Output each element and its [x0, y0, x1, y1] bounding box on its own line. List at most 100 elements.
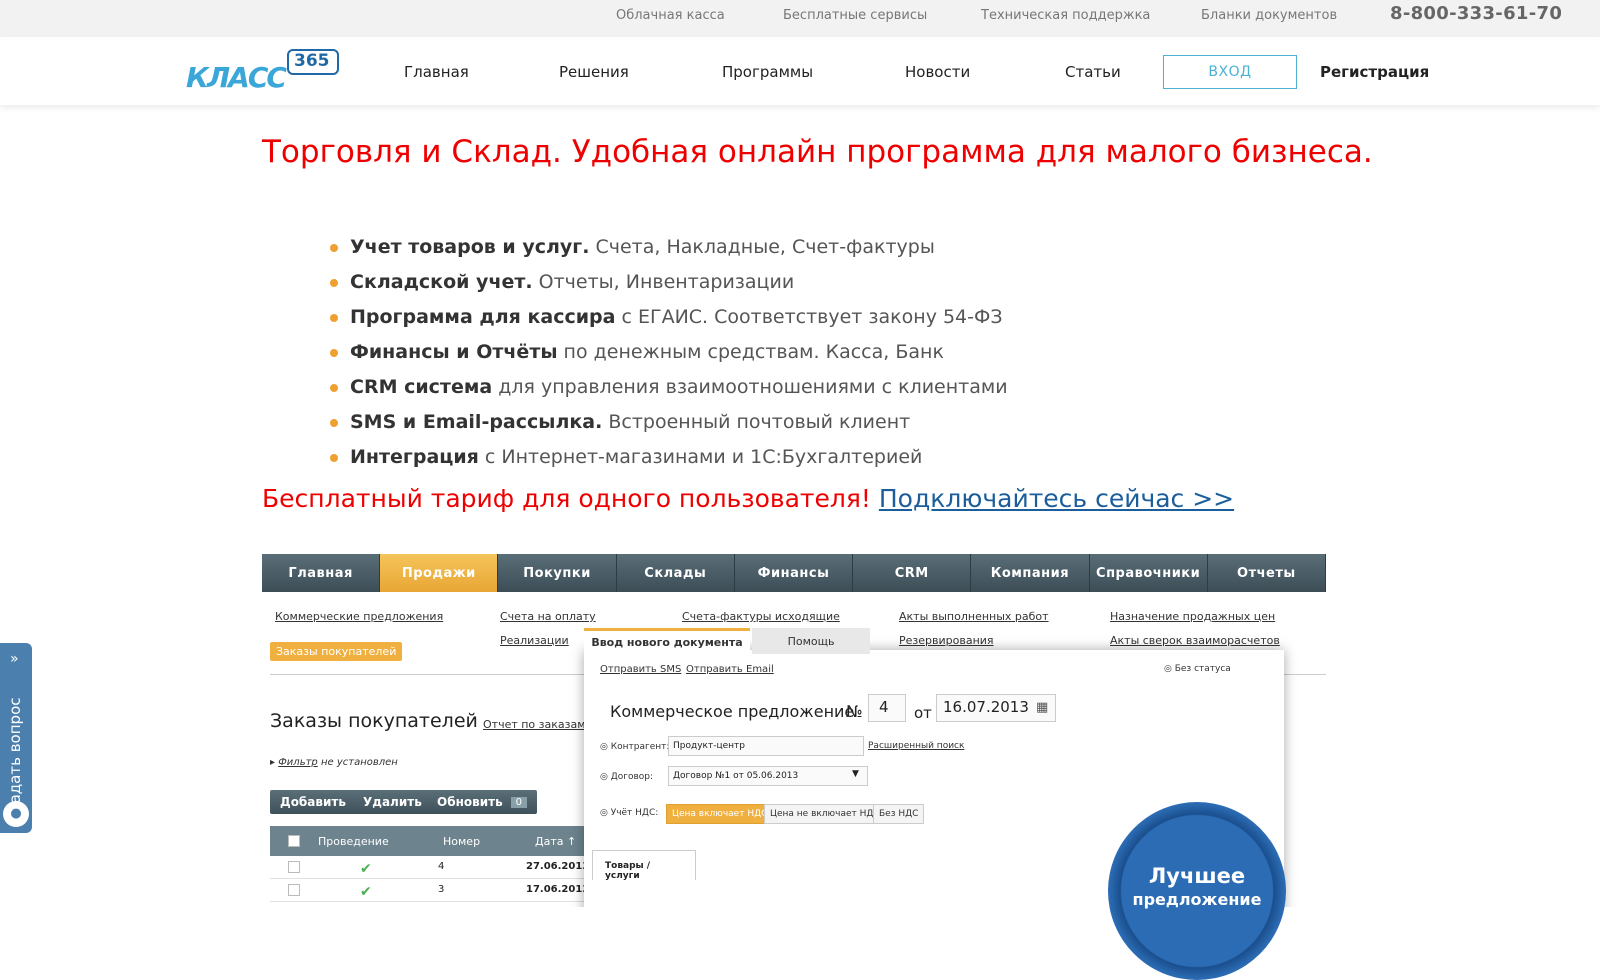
login-button[interactable]: ВХОД [1163, 55, 1297, 89]
table-row[interactable]: ✔ 4 27.06.2013 [270, 856, 600, 879]
posted-check-icon: ✔ [360, 861, 372, 877]
register-link[interactable]: Регистрация [1320, 63, 1429, 81]
document-number-field[interactable]: 4 [868, 694, 906, 722]
connect-now-link[interactable]: Подключайтесь сейчас >> [879, 484, 1234, 513]
bullet-icon [330, 454, 338, 462]
nav-solutions[interactable]: Решения [559, 63, 629, 81]
sublink-outgoing-invoices[interactable]: Счета-фактуры исходящие [682, 610, 840, 623]
filter-link[interactable]: Фильтр [278, 757, 318, 768]
feature-desc: для управления взаимоотношениями с клиен… [492, 376, 1008, 398]
sublink-sale-prices[interactable]: Назначение продажных цен [1110, 610, 1275, 623]
feature-title: SMS и Email-рассылка. [350, 411, 603, 433]
feature-desc: Встроенный почтовый клиент [602, 411, 911, 433]
select-all-checkbox[interactable] [288, 835, 300, 847]
row-checkbox[interactable] [288, 884, 300, 896]
refresh-button[interactable]: Обновить 0 [427, 790, 538, 814]
topbar-link-support[interactable]: Техническая поддержка [981, 8, 1150, 23]
feature-desc: с Интернет-магазинами и 1С:Бухгалтерией [478, 446, 923, 468]
sublink-sales[interactable]: Реализации [500, 634, 569, 647]
chevron-right-icon: » [10, 651, 19, 667]
row-checkbox[interactable] [288, 861, 300, 873]
dialog-tab-new-document[interactable]: Ввод нового документа [584, 628, 750, 654]
vat-option-none[interactable]: Без НДС [873, 804, 925, 824]
orders-report-link[interactable]: Отчет по заказам [483, 718, 586, 731]
sublink-reconciliation-acts[interactable]: Акты сверок взаиморасчетов [1110, 634, 1280, 647]
app-tab-home[interactable]: Главная [262, 554, 381, 592]
site-logo[interactable]: КЛАСС 365 [186, 49, 342, 94]
vat-label-text: Учёт НДС: [610, 808, 659, 818]
bullet-icon [330, 314, 338, 322]
goods-tab-label: Товары / услуги [605, 861, 651, 881]
chat-bubble-icon: ● [3, 801, 29, 827]
feature-desc: с ЕГАИС. Соответствует закону 54-ФЗ [615, 306, 1003, 328]
feature-title: Учет товаров и услуг. [350, 236, 590, 258]
contract-label: ◎ Договор: [600, 772, 654, 782]
nav-articles[interactable]: Статьи [1065, 63, 1121, 81]
row-date: 27.06.2013 [526, 861, 590, 872]
ask-question-widget[interactable]: » Задать вопрос ● [0, 643, 32, 833]
phone-number[interactable]: 8-800-333-61-70 [1390, 3, 1562, 24]
dialog-tab-help[interactable]: Помощь [752, 628, 870, 654]
counterparty-label-text: Контрагент: * [610, 742, 677, 752]
chip-customer-orders[interactable]: Заказы покупателей [270, 642, 403, 661]
number-label: № [846, 702, 863, 721]
nav-programs[interactable]: Программы [722, 63, 813, 81]
nav-home[interactable]: Главная [404, 63, 469, 81]
page-title: Торговля и Склад. Удобная онлайн програм… [262, 134, 1373, 170]
sublink-invoices[interactable]: Счета на оплату [500, 610, 596, 623]
app-tab-crm[interactable]: CRM [853, 554, 972, 592]
date-label: от [914, 704, 932, 722]
app-tab-warehouses[interactable]: Склады [617, 554, 735, 592]
posted-check-icon: ✔ [360, 884, 372, 900]
col-date[interactable]: Дата ↑ [535, 835, 576, 848]
top-bar: Облачная касса Бесплатные сервисы Технич… [0, 0, 1600, 37]
nav-news[interactable]: Новости [905, 63, 970, 81]
ask-question-label: Задать вопрос [6, 697, 24, 814]
feature-item: Программа для кассира с ЕГАИС. Соответст… [330, 306, 1008, 341]
promo-text: Бесплатный тариф для одного пользователя… [262, 484, 879, 513]
table-row[interactable]: ✔ 3 17.06.2013 [270, 879, 600, 902]
app-tab-reports[interactable]: Отчеты [1208, 554, 1326, 592]
goods-tab[interactable]: Товары / услуги [592, 850, 696, 881]
col-posting[interactable]: Проведение [318, 835, 389, 848]
app-tab-directories[interactable]: Справочники [1090, 554, 1208, 592]
sublink-work-acts[interactable]: Акты выполненных работ [899, 610, 1049, 623]
filter-status: не установлен [317, 757, 398, 768]
feature-item: Финансы и Отчёты по денежным средствам. … [330, 341, 1008, 376]
add-button[interactable]: Добавить [270, 790, 356, 814]
contract-select[interactable]: Договор №1 от 05.06.2013 [668, 766, 868, 786]
status-indicator[interactable]: ◎ Без статуса [1164, 664, 1231, 674]
app-nav-bar: Главная Продажи Покупки Склады Финансы C… [262, 554, 1326, 592]
bullet-icon [330, 279, 338, 287]
app-tab-purchases[interactable]: Покупки [498, 554, 617, 592]
app-tab-company[interactable]: Компания [971, 554, 1090, 592]
send-email-link[interactable]: Отправить Email [686, 664, 774, 675]
sublink-reservations[interactable]: Резервирования [899, 634, 994, 647]
advanced-search-link[interactable]: Расширенный поиск [868, 741, 964, 751]
app-tab-sales[interactable]: Продажи [380, 554, 499, 592]
calendar-icon[interactable]: ▦ [1036, 700, 1048, 715]
topbar-link-free-services[interactable]: Бесплатные сервисы [783, 8, 927, 23]
feature-desc: по денежным средствам. Касса, Банк [557, 341, 944, 363]
row-number: 4 [438, 861, 445, 872]
document-title: Коммерческое предложение [610, 702, 855, 721]
bullet-icon [330, 419, 338, 427]
delete-button[interactable]: Удалить [353, 790, 432, 814]
feature-item: Учет товаров и услуг. Счета, Накладные, … [330, 236, 1008, 271]
counterparty-field[interactable]: Продукт-центр [668, 736, 864, 756]
feature-list: Учет товаров и услуг. Счета, Накладные, … [330, 236, 1008, 481]
app-tab-finance[interactable]: Финансы [735, 554, 854, 592]
topbar-link-cloud-cashbox[interactable]: Облачная касса [616, 8, 725, 23]
status-icon: ◎ [1164, 664, 1175, 674]
vat-option-included[interactable]: Цена включает НДС [666, 804, 774, 824]
topbar-link-document-forms[interactable]: Бланки документов [1201, 8, 1337, 23]
seal-text-line2: предложение [1132, 890, 1262, 909]
send-sms-link[interactable]: Отправить SMS [600, 664, 681, 675]
vat-option-excluded[interactable]: Цена не включает НДС [764, 804, 886, 824]
refresh-count: 0 [510, 796, 528, 808]
filter-line[interactable]: ▸ Фильтр не установлен [270, 757, 398, 768]
feature-title: Интеграция [350, 446, 479, 468]
sublink-commercial-offers[interactable]: Коммерческие предложения [275, 610, 443, 623]
col-number[interactable]: Номер [443, 835, 480, 848]
chevron-down-icon[interactable]: ▼ [852, 769, 859, 779]
